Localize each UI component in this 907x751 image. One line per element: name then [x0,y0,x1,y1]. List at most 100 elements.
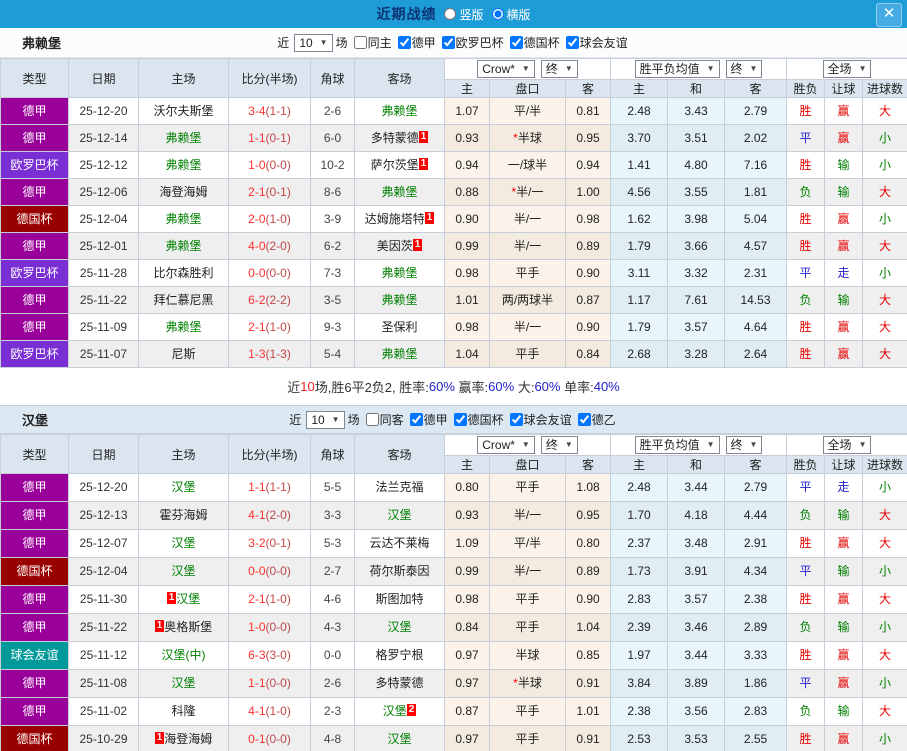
wdl-stage-select[interactable]: 终 ▼ [725,60,763,78]
mean-odds-away: 2.02 [723,124,788,152]
team-name[interactable]: 海登海姆 [159,180,207,205]
col-header-score: 比分(半场) [228,434,311,474]
team-name[interactable]: 汉堡 [387,615,411,641]
result-handicap: 赢 [824,669,864,698]
team-name[interactable]: 1 奥格斯堡 [154,615,212,641]
away-team: 汉堡 [354,725,445,751]
match-score: 1-1(0-0) [228,669,311,698]
team-name[interactable]: 弗赖堡 [165,315,201,340]
wdl-mean-select[interactable]: 胜平负均值 ▼ [634,60,720,78]
league-filter-option[interactable]: 德甲 [409,411,448,428]
match-date: 25-11-28 [68,259,139,287]
league-filter-option[interactable]: 德国杯 [453,411,504,428]
period-select[interactable]: 10 ▼ [306,410,345,429]
match-score: 0-0(0-0) [228,557,311,586]
match-row: 德甲 25-11-30 1 汉堡 2-1(1-0) 4-6 斯图加特 0.98 平手 0.90 2.… [0,585,907,614]
team-name[interactable]: 弗赖堡 [381,180,417,205]
fulltime-score: 2-1 [248,592,266,606]
team-name[interactable]: 1 海登海姆 [154,727,212,751]
team-name[interactable]: 美因茨 1 [377,234,423,259]
league-checkbox[interactable] [509,413,523,426]
mean-odds-home: 2.39 [610,613,668,642]
team-name[interactable]: 汉堡 [171,475,195,501]
same-venue-checkbox[interactable] [365,413,379,426]
odds-provider-select[interactable]: Crow* ▼ [477,436,535,454]
handicap-line: 平手 [489,725,566,751]
team-name[interactable]: 汉堡 [387,727,411,751]
period-select[interactable]: 10 ▼ [294,33,333,52]
select-value: 10 [299,35,313,50]
league-filter-option[interactable]: 欧罗巴杯 [441,34,504,51]
col-header-goals-result: 进球数 [862,455,907,474]
team-name[interactable]: 弗赖堡 [165,207,201,232]
team-name[interactable]: 弗赖堡 [381,288,417,313]
result-goals: 大 [862,313,907,341]
same-venue-option[interactable]: 同客 [365,411,404,428]
team-name[interactable]: 弗赖堡 [381,261,417,286]
team-name[interactable]: 霍芬海姆 [159,503,207,529]
league-checkbox[interactable] [453,413,467,426]
scope-select[interactable]: 全场 ▼ [822,60,872,78]
team-name[interactable]: 汉堡 2 [383,699,417,725]
odds-stage-select[interactable]: 终 ▼ [540,436,578,454]
team-name[interactable]: 弗赖堡 [165,153,201,178]
team-name[interactable]: 汉堡 [171,559,195,585]
team-name[interactable]: 萨尔茨堡 1 [371,153,429,178]
team-name[interactable]: 达姆施塔特 1 [365,207,435,232]
odds-stage-select[interactable]: 终 ▼ [540,60,578,78]
scope-select[interactable]: 全场 ▼ [822,436,872,454]
match-score: 4-0(2-0) [228,232,311,260]
team-name[interactable]: 弗赖堡 [381,342,417,367]
team-name[interactable]: 沃尔夫斯堡 [153,99,213,124]
team-name[interactable]: 尼斯 [171,342,196,367]
league-checkbox[interactable] [577,413,591,426]
layout-option-vertical[interactable]: 竖版 [444,6,484,23]
team-name[interactable]: 弗赖堡 [381,99,417,124]
team-name[interactable]: 云达不莱梅 [369,531,429,557]
team-name[interactable]: 圣保利 [381,315,417,340]
handicap-line: 半/一 [489,232,566,260]
league-checkbox[interactable] [441,36,455,49]
team-name[interactable]: 汉堡(中) [162,643,206,669]
same-venue-option[interactable]: 同主 [353,34,392,51]
league-filter-option[interactable]: 德甲 [397,34,436,51]
league-checkbox[interactable] [565,36,579,49]
league-checkbox[interactable] [397,36,411,49]
team-name[interactable]: 汉堡 [171,671,195,697]
team-name[interactable]: 拜仁慕尼黑 [153,288,213,313]
team-name[interactable]: 汉堡 [171,531,195,557]
league-filter-option[interactable]: 球会友谊 [509,411,572,428]
league-checkbox[interactable] [509,36,523,49]
league-filter-option[interactable]: 球会友谊 [565,34,628,51]
team-name[interactable]: 格罗宁根 [375,643,423,669]
same-venue-checkbox[interactable] [353,36,367,49]
summary-part: 60% [428,379,455,394]
handicap-line: 一/球半 [489,151,566,179]
team-name[interactable]: 弗赖堡 [165,126,201,151]
col-header-type: 类型 [0,58,69,98]
team-name-text: 尼斯 [171,347,196,361]
close-button[interactable]: ✕ [876,3,902,27]
mean-odds-home: 1.97 [610,641,668,670]
team-name[interactable]: 科隆 [171,699,195,725]
league-checkbox[interactable] [409,413,423,426]
team-name[interactable]: 1 汉堡 [166,587,200,613]
horizontal-layout-radio[interactable] [491,8,504,20]
wdl-mean-select[interactable]: 胜平负均值 ▼ [634,436,720,454]
vertical-layout-radio[interactable] [444,8,457,20]
result-handicap: 赢 [824,340,864,368]
team-name[interactable]: 比尔森胜利 [153,261,213,286]
team-name[interactable]: 多特蒙德 1 [371,126,429,151]
team-name[interactable]: 斯图加特 [375,587,423,613]
league-filter-option[interactable]: 德乙 [577,411,616,428]
team-name[interactable]: 荷尔斯泰因 [369,559,429,585]
team-name[interactable]: 汉堡 [387,503,411,529]
wdl-stage-select[interactable]: 终 ▼ [725,436,763,454]
odds-provider-select[interactable]: Crow* ▼ [477,60,535,78]
layout-option-horizontal[interactable]: 横版 [491,6,531,23]
team-name[interactable]: 法兰克福 [375,475,423,501]
team-name[interactable]: 弗赖堡 [165,234,201,259]
team-name[interactable]: 多特蒙德 [375,671,423,697]
match-score: 1-1(0-1) [228,124,311,152]
league-filter-option[interactable]: 德国杯 [509,34,560,51]
